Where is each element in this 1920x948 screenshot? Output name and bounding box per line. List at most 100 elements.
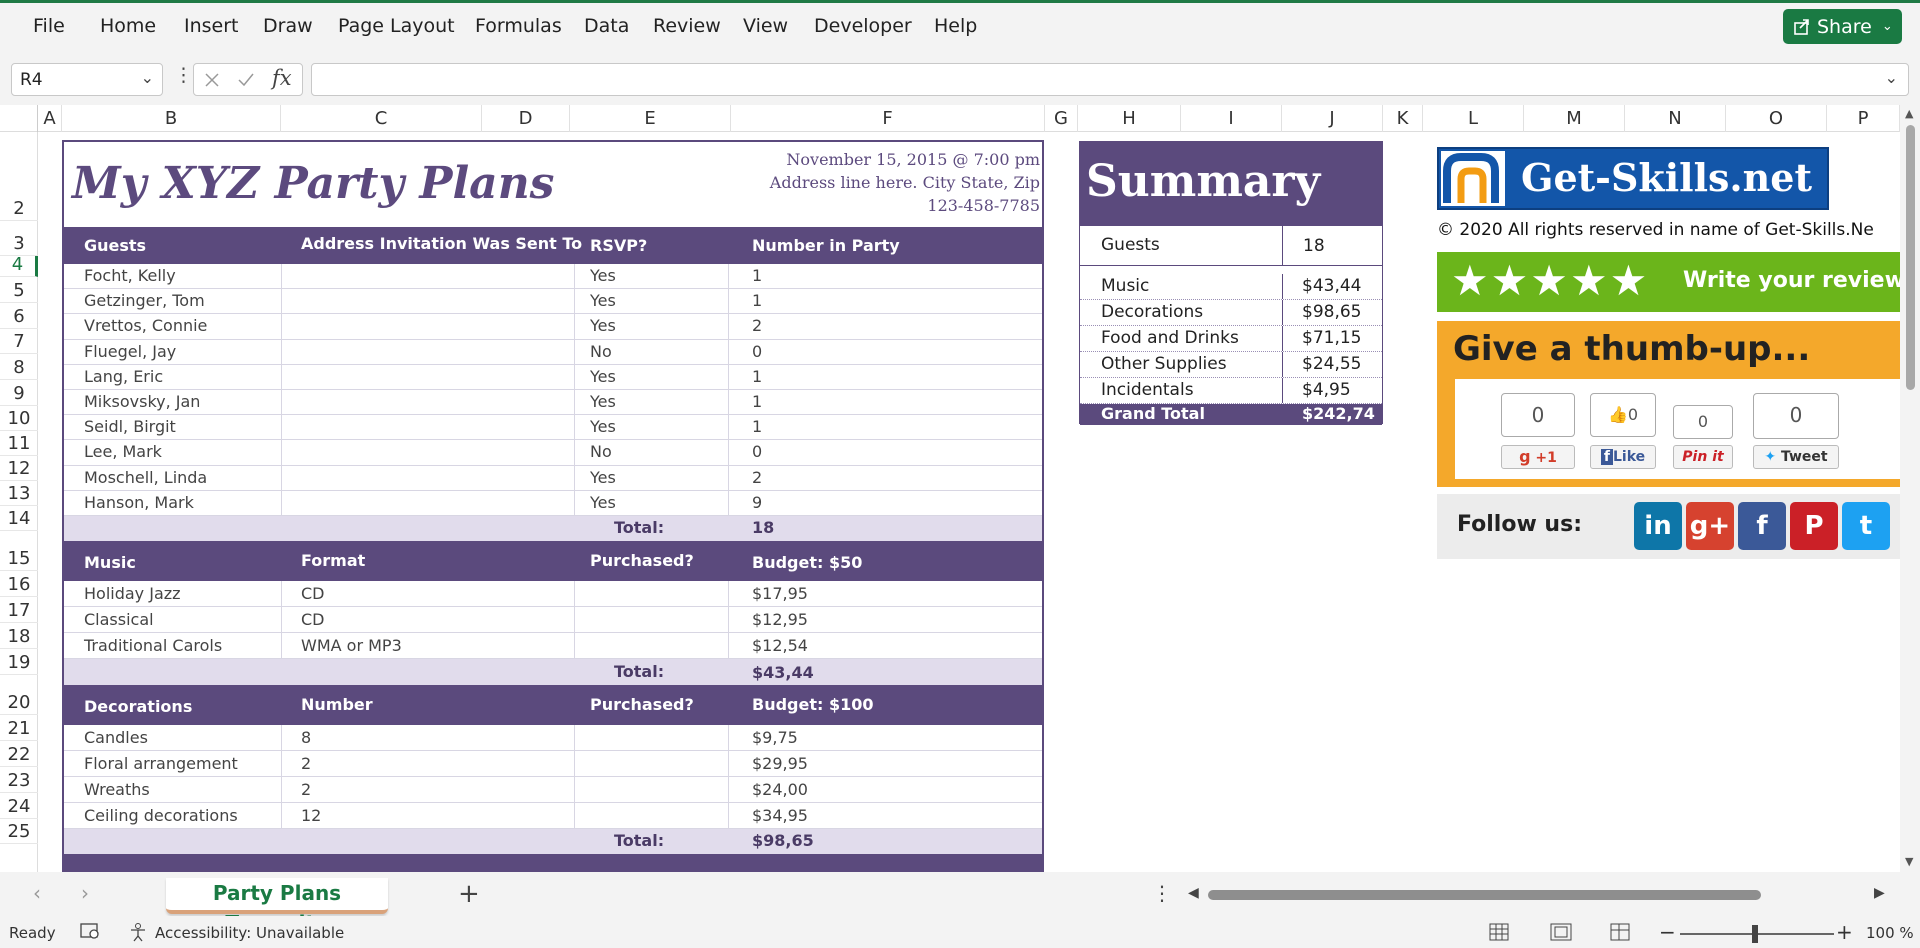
table-cell[interactable]: WMA or MP3	[301, 636, 402, 655]
column-header[interactable]: A	[38, 105, 62, 132]
table-cell[interactable]: 2	[752, 316, 762, 335]
pinterest-button[interactable]: Pin it	[1673, 445, 1733, 469]
zoom-in-button[interactable]: +	[1836, 920, 1853, 944]
table-cell[interactable]: Floral arrangement	[84, 754, 238, 773]
column-header[interactable]: L	[1423, 105, 1524, 132]
menu-home[interactable]: Home	[100, 15, 156, 37]
summary-row[interactable]: Food and Drinks $71,15	[1080, 326, 1382, 352]
scroll-down-icon[interactable]: ▼	[1905, 855, 1913, 868]
row-header[interactable]: 18	[0, 623, 38, 649]
table-cell[interactable]: $12,54	[752, 636, 808, 655]
table-row[interactable]: Hanson, Mark Yes 9	[64, 490, 1042, 516]
row-header[interactable]: 17	[0, 597, 38, 623]
row-header[interactable]: 20	[0, 675, 38, 715]
menu-view[interactable]: View	[743, 15, 788, 37]
table-cell[interactable]: $9,75	[752, 728, 798, 747]
table-cell[interactable]: Yes	[590, 266, 616, 285]
next-sheet-icon[interactable]: ›	[81, 881, 89, 905]
menu-review[interactable]: Review	[653, 15, 721, 37]
table-cell[interactable]: $34,95	[752, 806, 808, 825]
table-cell[interactable]: Yes	[590, 468, 616, 487]
table-cell[interactable]: 8	[301, 728, 311, 747]
table-row[interactable]: Seidl, Birgit Yes 1	[64, 415, 1042, 441]
column-header[interactable]: D	[482, 105, 570, 132]
table-cell[interactable]: Yes	[590, 392, 616, 411]
zoom-slider-handle[interactable]	[1752, 925, 1758, 943]
table-cell[interactable]: Vrettos, Connie	[84, 316, 207, 335]
table-cell[interactable]: Focht, Kelly	[84, 266, 176, 285]
column-header[interactable]: P	[1827, 105, 1900, 132]
row-header[interactable]: 11	[0, 431, 38, 456]
column-header[interactable]: N	[1625, 105, 1726, 132]
page-break-view-icon[interactable]	[1610, 923, 1630, 945]
menu-file[interactable]: File	[33, 15, 65, 37]
chevron-down-icon[interactable]: ⌄	[1885, 68, 1898, 87]
pinterest-icon[interactable]: P	[1790, 502, 1838, 550]
linkedin-icon[interactable]: in	[1634, 502, 1682, 550]
row-header[interactable]: 24	[0, 793, 38, 819]
column-header[interactable]: B	[62, 105, 281, 132]
column-header[interactable]: I	[1181, 105, 1282, 132]
table-row[interactable]: Focht, Kelly Yes 1	[64, 264, 1042, 290]
chevron-down-icon[interactable]: ⌄	[141, 68, 154, 87]
table-cell[interactable]: 9	[752, 493, 762, 512]
zoom-slider[interactable]	[1680, 925, 1834, 943]
accessibility-status[interactable]: Accessibility: Unavailable	[155, 924, 344, 942]
table-cell[interactable]: $17,95	[752, 584, 808, 603]
twitter-icon[interactable]: t	[1842, 502, 1890, 550]
table-cell[interactable]: Yes	[590, 417, 616, 436]
table-row[interactable]: Miksovsky, Jan Yes 1	[64, 390, 1042, 416]
table-row[interactable]: Floral arrangement 2 $29,95	[64, 751, 1042, 777]
table-cell[interactable]: 2	[301, 754, 311, 773]
page-layout-view-icon[interactable]	[1550, 923, 1572, 945]
row-header[interactable]: 19	[0, 649, 38, 675]
share-button[interactable]: Share ⌄	[1783, 9, 1902, 44]
row-header[interactable]: 23	[0, 767, 38, 793]
menu-draw[interactable]: Draw	[263, 15, 313, 37]
table-cell[interactable]: Candles	[84, 728, 148, 747]
get-skills-logo[interactable]: Get-Skills.net	[1437, 147, 1829, 210]
table-cell[interactable]: No	[590, 342, 612, 361]
table-cell[interactable]: Hanson, Mark	[84, 493, 194, 512]
table-cell[interactable]: CD	[301, 584, 325, 603]
insert-function-icon[interactable]: fx	[272, 66, 292, 90]
google-plus-button[interactable]: g +1	[1501, 445, 1575, 469]
menu-developer[interactable]: Developer	[814, 15, 912, 37]
table-cell[interactable]: 1	[752, 367, 762, 386]
summary-row[interactable]: Other Supplies $24,55	[1080, 352, 1382, 378]
table-cell[interactable]: Wreaths	[84, 780, 150, 799]
menu-data[interactable]: Data	[584, 15, 629, 37]
row-header[interactable]: 3	[0, 221, 38, 256]
table-cell[interactable]: $29,95	[752, 754, 808, 773]
accessibility-icon[interactable]	[128, 922, 148, 946]
scroll-up-icon[interactable]: ▲	[1905, 107, 1913, 120]
tweet-button[interactable]: ✦ Tweet	[1753, 445, 1839, 469]
table-cell[interactable]: 1	[752, 417, 762, 436]
menu-formulas[interactable]: Formulas	[475, 15, 562, 37]
row-header[interactable]: 6	[0, 303, 38, 329]
column-header[interactable]: J	[1282, 105, 1383, 132]
google-plus-icon[interactable]: g+	[1686, 502, 1734, 550]
table-cell[interactable]: $24,00	[752, 780, 808, 799]
menu-page-layout[interactable]: Page Layout	[338, 15, 455, 37]
row-header[interactable]: 25	[0, 819, 38, 844]
more-options-icon[interactable]: ⋮	[174, 64, 193, 86]
column-header[interactable]: G	[1045, 105, 1078, 132]
row-header[interactable]: 21	[0, 715, 38, 741]
column-header[interactable]: O	[1726, 105, 1827, 132]
table-cell[interactable]: CD	[301, 610, 325, 629]
cancel-icon[interactable]	[204, 72, 220, 88]
row-header[interactable]: 5	[0, 277, 38, 303]
scroll-right-icon[interactable]: ▶	[1874, 885, 1885, 901]
write-review-banner[interactable]: ★★★★★ Write your review	[1437, 252, 1900, 312]
table-cell[interactable]: No	[590, 442, 612, 461]
zoom-level[interactable]: 100 %	[1866, 924, 1914, 942]
facebook-like-button[interactable]: f Like	[1590, 445, 1656, 469]
add-sheet-button[interactable]: +	[458, 879, 480, 909]
table-row[interactable]: Vrettos, Connie Yes 2	[64, 314, 1042, 340]
table-row[interactable]: Getzinger, Tom Yes 1	[64, 289, 1042, 315]
row-header-active[interactable]: 4	[0, 254, 38, 277]
chevron-down-icon[interactable]: ⌄	[1882, 19, 1893, 34]
zoom-out-button[interactable]: −	[1659, 920, 1676, 944]
table-cell[interactable]: Lee, Mark	[84, 442, 162, 461]
